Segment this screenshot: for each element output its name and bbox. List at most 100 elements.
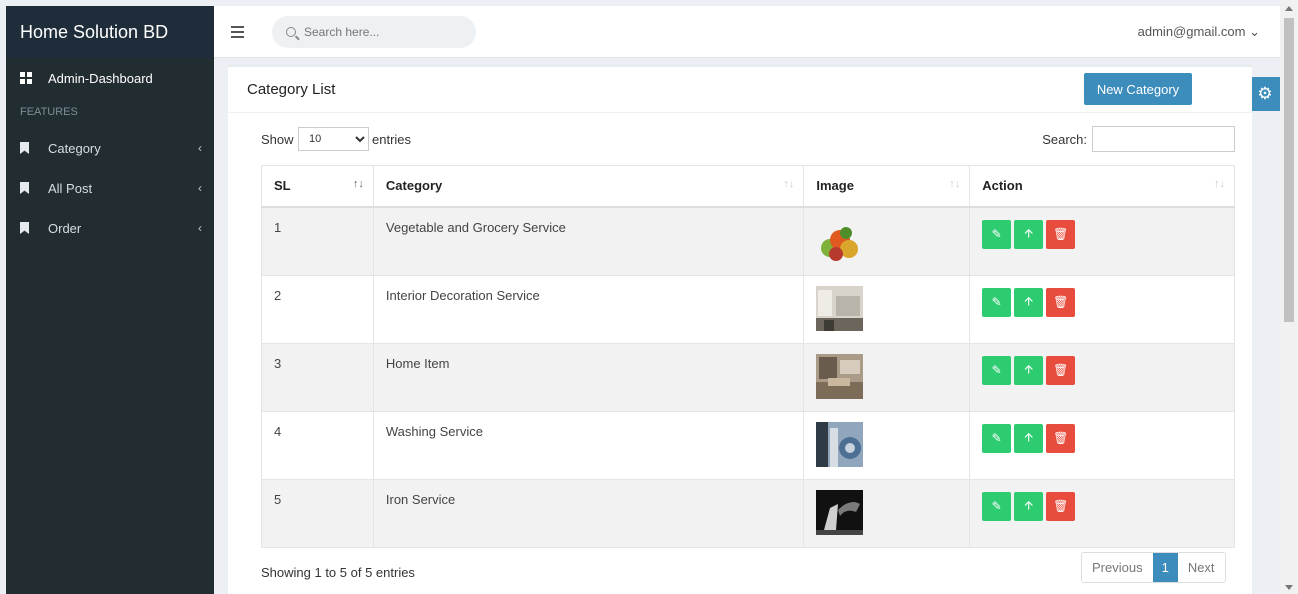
sl-cell: 4	[261, 410, 374, 480]
chevron-left-icon: ‹	[198, 221, 202, 235]
delete-button[interactable]: 🗑	[1046, 423, 1076, 453]
publish-button[interactable]: 🡩	[1014, 491, 1044, 521]
settings-button[interactable]: ⚙	[1250, 77, 1280, 111]
sidebar-item-label: Admin-Dashboard	[48, 70, 153, 86]
previous-page-button[interactable]: Previous	[1082, 553, 1153, 582]
column-header-image[interactable]: Image ↑↓	[803, 165, 971, 208]
arrow-up-icon: 🡩	[1024, 293, 1034, 308]
user-menu[interactable]: admin@gmail.com ⌄	[1138, 24, 1260, 40]
sl-cell: 2	[261, 274, 374, 344]
menu-toggle-icon[interactable]	[231, 26, 244, 38]
table-row: 2 Interior Decoration Service ✎ 🡩 🗑	[261, 274, 1235, 344]
brand-logo[interactable]: Home Solution BD	[6, 6, 214, 58]
column-header-sl[interactable]: SL ↑↓	[261, 165, 374, 208]
edit-button[interactable]: ✎	[982, 423, 1012, 453]
table-row: 5 Iron Service ✎ 🡩 🗑	[261, 478, 1235, 548]
category-cell: Interior Decoration Service	[372, 274, 805, 344]
arrow-up-icon: 🡩	[1024, 225, 1034, 240]
sidebar-item-category[interactable]: Category ‹	[6, 128, 214, 168]
sort-icon: ↑↓	[1214, 178, 1225, 190]
column-header-label: Action	[982, 178, 1023, 193]
sl-cell: 5	[261, 478, 374, 548]
edit-button[interactable]: ✎	[982, 355, 1012, 385]
edit-button[interactable]: ✎	[982, 491, 1012, 521]
pencil-icon: ✎	[991, 431, 1002, 445]
action-cell: ✎ 🡩 🗑	[969, 410, 1235, 480]
column-header-action[interactable]: Action ↑↓	[969, 165, 1235, 208]
pencil-icon: ✎	[991, 499, 1002, 513]
page-1-button[interactable]: 1	[1152, 553, 1178, 582]
image-cell	[803, 274, 971, 344]
sidebar-item-all-post[interactable]: All Post ‹	[6, 168, 214, 208]
arrow-up-icon: 🡩	[1024, 497, 1034, 512]
scroll-thumb[interactable]	[1284, 18, 1294, 322]
category-thumbnail	[816, 489, 864, 535]
table-row: 4 Washing Service ✎ 🡩 🗑	[261, 410, 1235, 480]
delete-button[interactable]: 🗑	[1046, 219, 1076, 249]
sidebar-item-label: Order	[48, 220, 82, 236]
publish-button[interactable]: 🡩	[1014, 423, 1044, 453]
column-header-label: Image	[816, 178, 854, 193]
global-search[interactable]	[272, 16, 476, 48]
scroll-down-icon[interactable]	[1285, 585, 1293, 590]
action-cell: ✎ 🡩 🗑	[969, 274, 1235, 344]
search-icon	[286, 27, 296, 37]
action-cell: ✎ 🡩 🗑	[969, 206, 1235, 276]
sidebar: Home Solution BD Admin-Dashboard FEATURE…	[6, 6, 214, 594]
table-search-label: Search:	[1042, 132, 1087, 147]
delete-button[interactable]: 🗑	[1046, 287, 1076, 317]
image-cell	[803, 206, 971, 276]
pencil-icon: ✎	[991, 295, 1002, 309]
page-title: Category List	[247, 81, 336, 98]
search-input[interactable]	[304, 25, 454, 39]
delete-button[interactable]: 🗑	[1046, 491, 1076, 521]
bookmark-icon	[20, 222, 38, 234]
trash-icon: 🗑	[1053, 363, 1069, 377]
top-navbar: admin@gmail.com ⌄	[214, 6, 1280, 58]
bookmark-icon	[20, 182, 38, 194]
scroll-up-icon[interactable]	[1285, 6, 1293, 11]
table-controls: Show 10 entries Search:	[261, 126, 1235, 154]
bookmark-icon	[20, 142, 38, 154]
edit-button[interactable]: ✎	[982, 219, 1012, 249]
publish-button[interactable]: 🡩	[1014, 355, 1044, 385]
sidebar-item-label: Category	[48, 140, 101, 156]
edit-button[interactable]: ✎	[982, 287, 1012, 317]
sidebar-item-order[interactable]: Order ‹	[6, 208, 214, 248]
show-label: Show	[261, 132, 294, 147]
new-category-button[interactable]: New Category	[1084, 73, 1192, 105]
trash-icon: 🗑	[1053, 431, 1069, 445]
pencil-icon: ✎	[991, 363, 1002, 377]
sort-icon: ↑↓	[352, 178, 364, 190]
delete-button[interactable]: 🗑	[1046, 355, 1076, 385]
chevron-left-icon: ‹	[198, 141, 202, 155]
sidebar-item-dashboard[interactable]: Admin-Dashboard	[6, 58, 214, 98]
publish-button[interactable]: 🡩	[1014, 287, 1044, 317]
table-info: Showing 1 to 5 of 5 entries	[261, 565, 415, 580]
sidebar-item-label: All Post	[48, 180, 93, 196]
column-header-category[interactable]: Category ↑↓	[372, 165, 805, 208]
category-cell: Iron Service	[372, 478, 805, 548]
sort-icon: ↑↓	[949, 178, 961, 190]
page-scrollbar[interactable]	[1280, 0, 1298, 594]
pagination: Previous 1 Next	[1081, 552, 1226, 583]
chevron-left-icon: ‹	[198, 181, 202, 195]
page-length-select[interactable]: 10	[298, 127, 369, 151]
category-thumbnail	[816, 353, 864, 399]
action-cell: ✎ 🡩 🗑	[969, 478, 1235, 548]
image-cell	[803, 342, 971, 412]
next-page-button[interactable]: Next	[1177, 553, 1225, 582]
action-cell: ✎ 🡩 🗑	[969, 342, 1235, 412]
category-table: SL ↑↓ Category ↑↓ Image ↑↓ Action ↑↓ 1 Veget…	[261, 165, 1235, 548]
dashboard-icon	[20, 72, 38, 84]
trash-icon: 🗑	[1053, 295, 1069, 309]
table-row: 3 Home Item ✎ 🡩 🗑	[261, 342, 1235, 412]
column-header-label: Category	[385, 178, 443, 193]
sl-cell: 1	[261, 206, 374, 276]
category-thumbnail	[816, 217, 864, 263]
table-search-input[interactable]	[1092, 126, 1235, 152]
trash-icon: 🗑	[1053, 227, 1069, 241]
publish-button[interactable]: 🡩	[1014, 219, 1044, 249]
category-list-card: Category List New Category Show 10 entri…	[228, 64, 1252, 594]
entries-label: entries	[372, 132, 412, 147]
